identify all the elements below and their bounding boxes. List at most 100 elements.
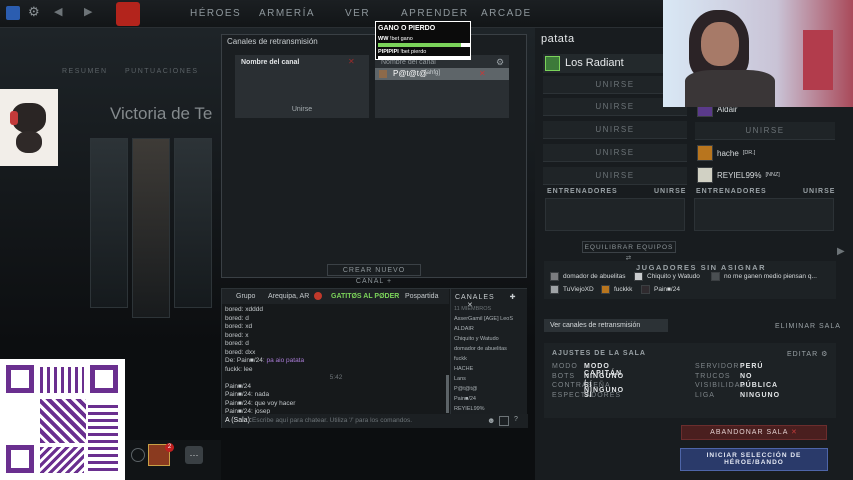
- chat-author[interactable]: Pain■/24: [225, 383, 251, 390]
- poll-widget: GANO O PIERDO WW !bet gano PIPIPIPI !bet…: [375, 21, 471, 60]
- unassigned-player[interactable]: Chiquito y Watudo: [634, 272, 700, 281]
- unassigned-player[interactable]: no me ganen medio piensan q...: [711, 272, 817, 281]
- chat-text: : d: [241, 314, 249, 322]
- delete-room-button[interactable]: ELIMINAR SALA: [775, 323, 841, 330]
- plus-icon[interactable]: ✚: [510, 294, 517, 301]
- radiant-coaches-label: ENTRENADORES: [547, 188, 618, 195]
- gear-icon[interactable]: ⚙: [496, 57, 504, 68]
- nav-heroes[interactable]: HÉROES: [190, 8, 241, 19]
- channel-member[interactable]: HACHE: [451, 364, 527, 374]
- app-icon[interactable]: [6, 6, 20, 20]
- start-hero-selection-button[interactable]: INICIAR SELECCIÓN DE HÉROE/BANDO: [680, 448, 828, 471]
- chat-author[interactable]: bored: [225, 332, 242, 339]
- channel-member[interactable]: P@t@t@: [451, 384, 527, 394]
- close-icon: ✕: [790, 429, 798, 436]
- chat-author[interactable]: De: Pain■/24: [225, 357, 263, 364]
- lobby-title: patata: [541, 33, 575, 45]
- scroll-right-arrow[interactable]: ▶: [837, 246, 845, 257]
- setting-row: VISIBILIDAD PÚBLICA: [695, 382, 777, 392]
- join-button[interactable]: Unirse: [235, 106, 369, 113]
- setting-value: SÍ: [584, 391, 593, 399]
- poll-title: GANO O PIERDO: [378, 25, 436, 32]
- setting-value: PERÚ: [740, 363, 764, 370]
- radiant-slot-join[interactable]: UNIRSE: [543, 121, 687, 139]
- poll-option-a: WW !bet gano: [378, 36, 413, 42]
- forward-arrow-icon[interactable]: ▶: [84, 5, 92, 18]
- chat-input[interactable]: Escribe aquí para chatear. Utiliza '/' p…: [252, 417, 412, 424]
- chat-author[interactable]: bored: [225, 306, 242, 313]
- chat-text: : x: [241, 331, 249, 339]
- members-header: 11 MIEMBROS: [454, 306, 492, 312]
- chat-author[interactable]: bored: [225, 340, 242, 347]
- radiant-slot-join[interactable]: UNIRSE: [543, 144, 687, 162]
- tab-scores[interactable]: PUNTUACIONES: [125, 68, 199, 75]
- chat-author[interactable]: Pain■/24: [225, 400, 251, 407]
- radiant-icon: [545, 56, 560, 71]
- channel-member[interactable]: REYIEL99%: [451, 404, 527, 414]
- nav-armory[interactable]: ARMERÍA: [259, 8, 315, 19]
- chat-author[interactable]: fuckk: [225, 366, 240, 373]
- dire-player-slot[interactable]: hache [DR.]: [697, 145, 755, 161]
- dire-slot-join[interactable]: UNIRSE: [695, 122, 835, 140]
- dire-player-slot[interactable]: REYIEL99% [NNZ]: [697, 167, 780, 183]
- create-channel-button[interactable]: CREAR NUEVO CANAL +: [327, 264, 421, 285]
- balance-teams-button[interactable]: EQUILIBRAR EQUIPOS ⇄: [582, 241, 676, 262]
- close-icon[interactable]: ✕: [479, 69, 486, 78]
- channel-member[interactable]: Chiquito y Watudo: [451, 334, 527, 344]
- chat-tab-group[interactable]: Grupo: [236, 293, 255, 300]
- setting-row: MODO MODO CAPITÁN: [552, 363, 621, 377]
- chat-message: De: Pain■/24: pa aio patata: [225, 357, 447, 366]
- unassigned-player[interactable]: domador de abuelitas: [550, 272, 626, 281]
- chat-author[interactable]: bored: [225, 315, 242, 322]
- setting-row: SERVIDOR PERÚ: [695, 363, 762, 373]
- unassigned-player[interactable]: fuckkk: [601, 285, 632, 294]
- channel-member[interactable]: Lans: [451, 374, 527, 384]
- radiant-slot-join[interactable]: UNIRSE: [543, 167, 687, 185]
- share-icon[interactable]: [499, 416, 509, 426]
- chat-text: : d: [241, 340, 249, 347]
- leave-room-button[interactable]: ABANDONAR SALA ✕: [681, 425, 827, 440]
- channel-row[interactable]: P@t@t@ [ahfg] ✕: [375, 68, 509, 80]
- unassigned-title: JUGADORES SIN ASIGNAR: [636, 263, 766, 272]
- party-settings-icon[interactable]: [131, 448, 145, 462]
- summary-tabs: RESUMEN PUNTUACIONES: [62, 68, 199, 75]
- tab-summary[interactable]: RESUMEN: [62, 68, 108, 75]
- unassigned-player[interactable]: TuViejoXD: [550, 285, 594, 294]
- chat-message: Pain■/24: nada: [225, 391, 447, 400]
- nav-learn[interactable]: APRENDER: [401, 8, 469, 19]
- chat-message: bored: dxx: [225, 349, 447, 358]
- help-icon[interactable]: ?: [514, 416, 518, 423]
- dota-logo[interactable]: [116, 2, 140, 26]
- chat-message: Pain■/24: que voy hacer: [225, 400, 447, 409]
- nav-arcade[interactable]: ARCADE: [481, 8, 532, 19]
- unassigned-player[interactable]: Pain■/24: [641, 285, 680, 294]
- emoji-icon[interactable]: ☻: [487, 416, 495, 425]
- dire-coaches-join[interactable]: UNIRSE: [803, 188, 835, 195]
- radiant-coach-slot[interactable]: [545, 198, 685, 231]
- back-arrow-icon[interactable]: ◀: [54, 5, 62, 18]
- chat-tab-guild[interactable]: GATITØS AL PØDER: [331, 293, 399, 300]
- party-add-icon[interactable]: ⋯: [185, 446, 203, 464]
- nav-watch[interactable]: VER: [345, 8, 370, 19]
- channel-member[interactable]: fuckk: [451, 354, 527, 364]
- chat-message: bored: xdddd: [225, 306, 447, 315]
- chat-tab-region[interactable]: Arequipa, AR: [268, 293, 309, 300]
- channel-member[interactable]: Pain■/24: [451, 394, 527, 404]
- chat-tabs: Grupo Arequipa, AR GATITØS AL PØDER Posp…: [222, 289, 449, 304]
- chat-input-row: A (Sala): Escribe aquí para chatear. Uti…: [222, 414, 528, 428]
- chat-author[interactable]: Pain■/24: [225, 391, 251, 398]
- edit-settings-button[interactable]: EDITAR ⚙: [787, 350, 828, 358]
- chat-author[interactable]: bored: [225, 323, 242, 330]
- radiant-coaches-join[interactable]: UNIRSE: [654, 188, 686, 195]
- close-icon[interactable]: ✕: [348, 57, 355, 66]
- view-channels-button[interactable]: Ver canales de retransmisión: [544, 319, 668, 332]
- channel-member[interactable]: AsserGamil [AGE] LeoS: [451, 314, 527, 324]
- dialog-title: Canales de retransmisión: [227, 37, 318, 46]
- chat-tab-postgame[interactable]: Pospartida: [405, 293, 438, 300]
- gear-icon[interactable]: ⚙: [28, 5, 42, 19]
- channel-member[interactable]: ALDAIR: [451, 324, 527, 334]
- chat-author[interactable]: bored: [225, 349, 242, 356]
- dire-coach-slot[interactable]: [694, 198, 834, 231]
- chat-scrollbar[interactable]: [446, 375, 449, 413]
- channel-member[interactable]: domador de abuelitas: [451, 344, 527, 354]
